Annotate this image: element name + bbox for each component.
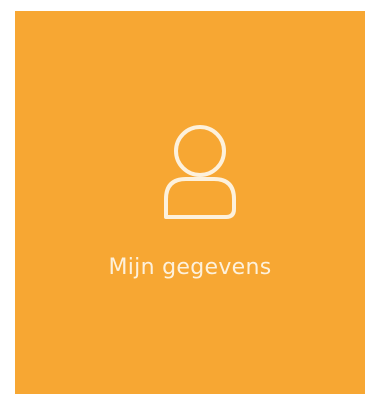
tile-label: Mijn gegevens (108, 255, 272, 280)
my-details-tile[interactable]: Mijn gegevens (15, 11, 365, 394)
user-icon (160, 123, 240, 221)
